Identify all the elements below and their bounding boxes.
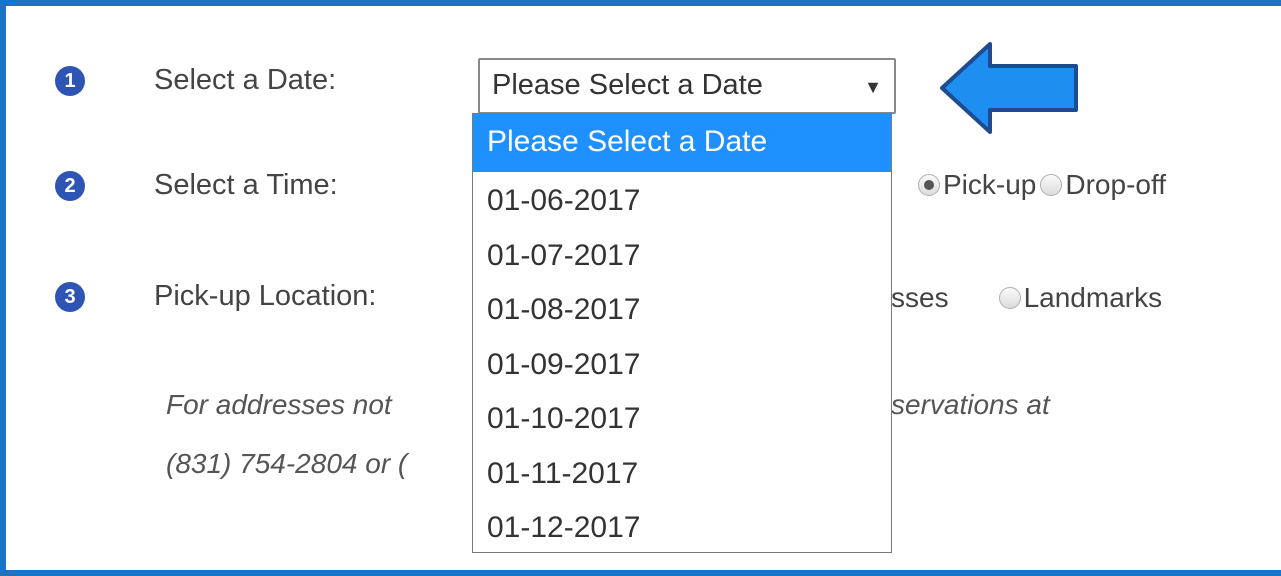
note-line1-right: servations at <box>891 389 1050 420</box>
date-dropdown-list[interactable]: Please Select a Date 01-06-2017 01-07-20… <box>472 113 892 553</box>
dropoff-radio[interactable] <box>1040 174 1063 196</box>
landmarks-radio[interactable] <box>998 287 1021 309</box>
date-option[interactable]: 01-09-2017 <box>473 336 891 391</box>
date-option[interactable]: 01-06-2017 <box>473 172 891 227</box>
select-date-label: Select a Date: <box>154 64 337 96</box>
pickup-radio[interactable] <box>918 174 940 196</box>
step-1-badge: 1 <box>55 66 85 96</box>
addresses-label[interactable]: sses <box>891 282 949 314</box>
date-option[interactable]: 01-11-2017 <box>473 445 891 500</box>
date-option[interactable]: 01-12-2017 <box>473 499 891 554</box>
date-option[interactable]: Please Select a Date <box>473 114 891 172</box>
note-line2-left: (831) 754-2804 or ( <box>166 448 408 479</box>
pickup-location-label: Pick-up Location: <box>154 280 377 312</box>
date-option[interactable]: 01-07-2017 <box>473 227 891 282</box>
date-option[interactable]: 01-10-2017 <box>473 390 891 445</box>
note-line1-left: For addresses not <box>166 389 392 420</box>
location-type-group: sses Landmarks <box>891 282 1162 314</box>
date-select-value: Please Select a Date <box>492 69 763 101</box>
step-2-badge: 2 <box>55 171 85 201</box>
date-option[interactable]: 01-08-2017 <box>473 281 891 336</box>
chevron-down-icon[interactable]: ▼ <box>864 77 882 98</box>
dropoff-label[interactable]: Drop-off <box>1065 169 1166 201</box>
landmarks-label[interactable]: Landmarks <box>1024 282 1163 314</box>
arrow-left-icon <box>940 42 1078 134</box>
select-time-label: Select a Time: <box>154 169 338 201</box>
pickup-label[interactable]: Pick-up <box>943 169 1036 201</box>
step-3-badge: 3 <box>55 282 85 312</box>
date-select[interactable]: Please Select a Date ▼ <box>478 58 896 114</box>
trip-type-group: Pick-up Drop-off <box>918 169 1166 201</box>
